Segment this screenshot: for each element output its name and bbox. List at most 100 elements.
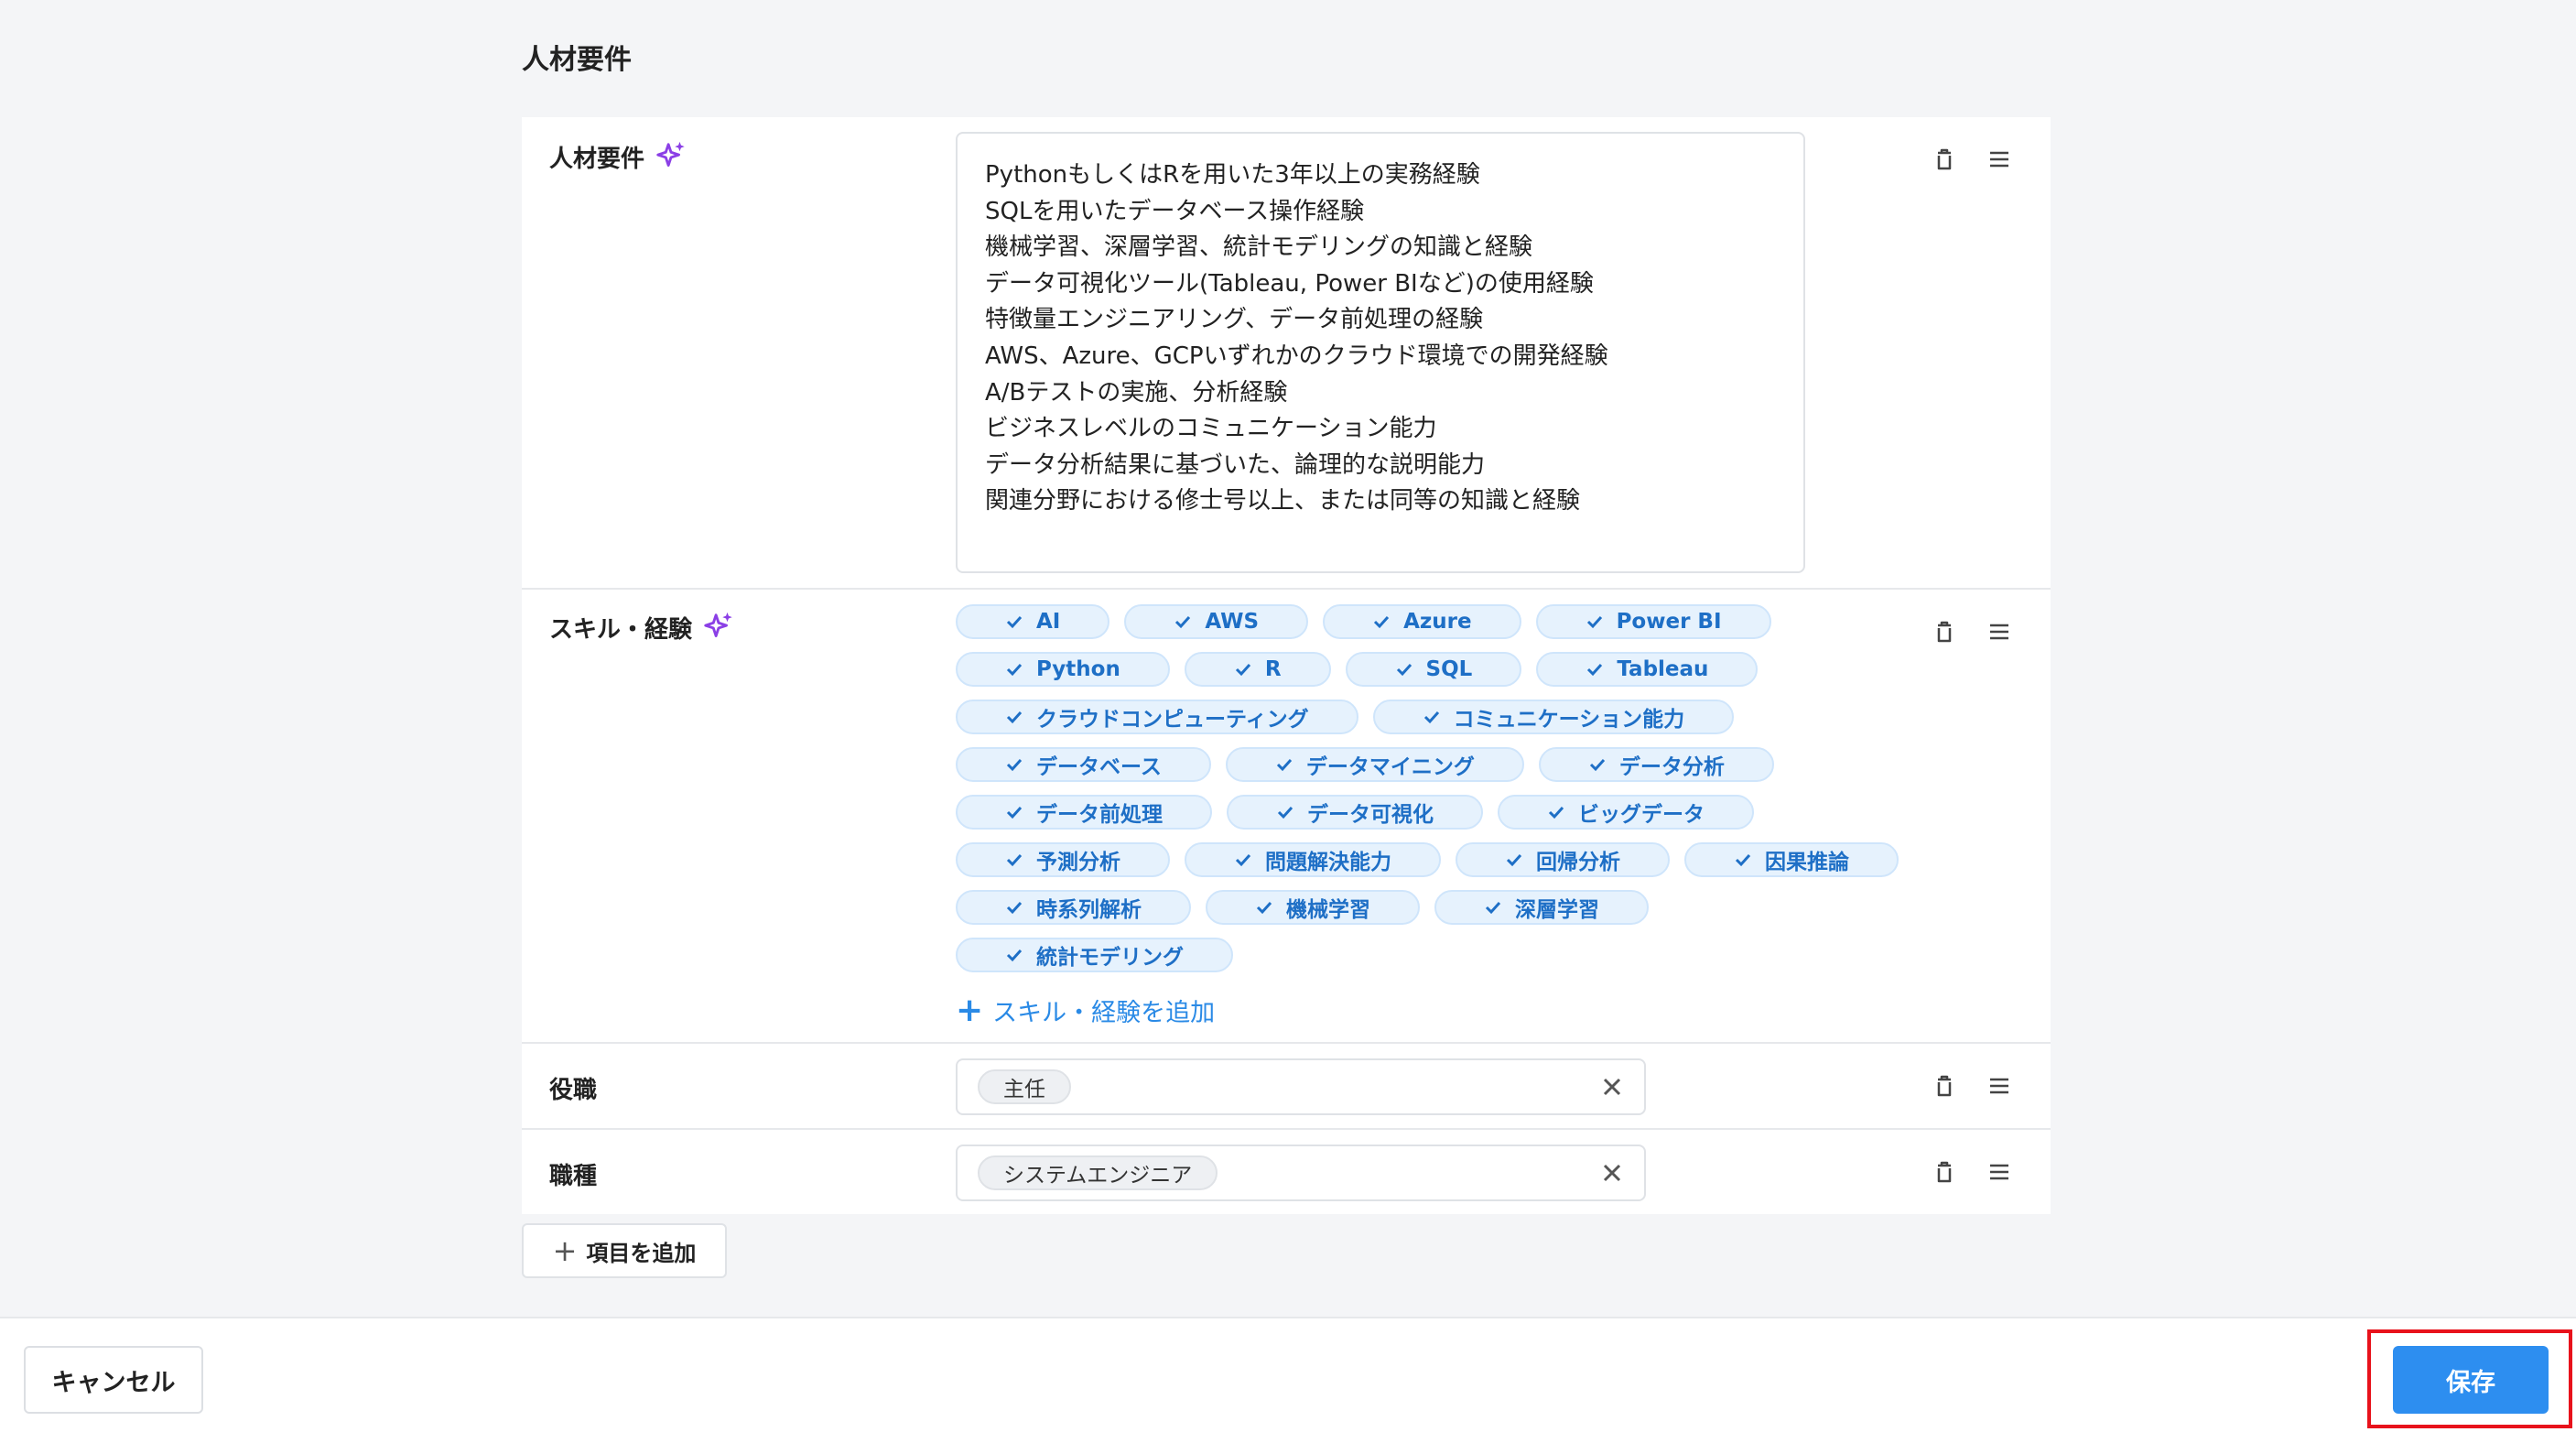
skill-tag-label: Tableau [1617,657,1709,681]
sparkle-icon[interactable] [654,139,688,174]
trash-icon[interactable] [1930,1157,1959,1187]
row-actions [1930,1157,2014,1187]
cancel-button[interactable]: キャンセル [24,1346,203,1414]
requirements-textarea[interactable]: PythonもしくはRを用いた3年以上の実務経験 SQLを用いたデータベース操作経… [956,132,1805,573]
skill-tag[interactable]: AWS [1124,604,1309,639]
skill-tag[interactable]: 機械学習 [1206,890,1420,925]
row-skills: スキル・経験 AI AWS Azure Power BI Python R SQL Table… [522,590,2051,1044]
skill-tag[interactable]: 問題解決能力 [1185,842,1441,877]
check-icon [1235,853,1251,867]
skill-tag[interactable]: Azure [1323,604,1521,639]
skill-tag[interactable]: SQL [1345,652,1522,687]
skill-tag[interactable]: Python [956,652,1170,687]
skill-tag[interactable]: データマイニング [1225,747,1524,782]
skill-tag[interactable]: AI [956,604,1110,639]
check-icon [1175,615,1191,629]
drag-handle-icon[interactable] [1985,617,2014,646]
check-icon [1006,758,1023,772]
skill-tag-label: 時系列解析 [1036,898,1142,922]
requirement-line: 関連分野における修士号以上、または同等の知識と経験 [985,487,1581,515]
check-icon [1256,901,1272,915]
skill-tag[interactable]: 統計モデリング [956,938,1233,972]
requirement-line: 機械学習、深層学習、統計モデリングの知識と経験 [985,233,1533,262]
skill-tag[interactable]: 因果推論 [1684,842,1899,877]
check-icon [1006,901,1023,915]
skill-tag-label: AI [1036,610,1061,634]
add-skill-link[interactable]: + スキル・経験を追加 [956,993,1215,1028]
requirement-line: ビジネスレベルのコミュニケーション能力 [985,415,1437,443]
trash-icon[interactable] [1930,1071,1959,1101]
section-title: 人材要件 [522,44,632,76]
check-icon [1006,711,1023,724]
row-label-text: 職種 [549,1163,598,1190]
skill-tag[interactable]: コミュニケーション能力 [1372,700,1735,734]
selected-chip: システムエンジニア [978,1155,1218,1190]
check-icon [1586,615,1602,629]
skill-tag-label: クラウドコンピューティング [1036,708,1309,732]
check-icon [1735,853,1751,867]
skill-tag[interactable]: 予測分析 [956,842,1170,877]
skill-tag[interactable]: データ分析 [1538,747,1774,782]
drag-handle-icon[interactable] [1985,1071,2014,1101]
row-label-text: 役職 [549,1077,598,1104]
row-requirements: 人材要件 PythonもしくはRを用いた3年以上の実務経験 SQLを用いたデータベ… [522,117,2051,590]
skill-tag[interactable]: データ前処理 [956,795,1212,830]
drag-handle-icon[interactable] [1985,145,2014,174]
skill-tag-label: データマイニング [1305,755,1475,779]
skill-tag[interactable]: R [1184,652,1331,687]
add-item-label: 項目を追加 [586,1240,697,1266]
skill-tag-label: 機械学習 [1286,898,1370,922]
row-label-text: スキル・経験 [549,615,693,644]
check-icon [1006,853,1023,867]
skill-tag[interactable]: データベース [956,747,1211,782]
check-icon [1485,901,1501,915]
close-icon[interactable] [1600,1161,1624,1185]
check-icon [1589,758,1605,772]
trash-icon[interactable] [1930,145,1959,174]
sparkle-icon[interactable] [701,610,736,645]
row-label-position: 役職 [549,1071,597,1105]
skill-tag[interactable]: ビッグデータ [1498,795,1754,830]
skill-tag[interactable]: 回帰分析 [1456,842,1670,877]
check-icon [1006,615,1023,629]
row-position: 役職 主任 [522,1044,2051,1130]
selected-chip: 主任 [978,1069,1071,1104]
check-icon [1423,711,1439,724]
skill-tag-label: 深層学習 [1515,898,1599,922]
skill-tag[interactable]: クラウドコンピューティング [956,700,1358,734]
skill-tag-label: SQL [1425,657,1473,681]
requirement-line: A/Bテストの実施、分析経験 [985,378,1288,407]
skill-tag-label: Azure [1403,610,1472,634]
skill-tag-label: Python [1036,657,1120,681]
skill-tag-label: データ前処理 [1036,803,1163,827]
skill-tag-label: データ分析 [1618,755,1725,779]
check-icon [1276,758,1292,772]
skill-tag[interactable]: データ可視化 [1227,795,1483,830]
skill-tag-label: R [1264,657,1282,681]
job-type-select[interactable]: システムエンジニア [956,1145,1646,1201]
plus-icon: + [552,1233,578,1268]
skill-tag[interactable]: Tableau [1536,652,1759,687]
check-icon [1235,663,1250,677]
position-select[interactable]: 主任 [956,1058,1646,1115]
skill-tag-label: 予測分析 [1036,851,1120,874]
drag-handle-icon[interactable] [1985,1157,2014,1187]
skill-tag[interactable]: 時系列解析 [956,890,1191,925]
row-label-text: 人材要件 [549,145,645,173]
skill-tag[interactable]: Power BI [1535,604,1771,639]
row-label-skills: スキル・経験 [549,610,736,645]
requirement-line: AWS、Azure、GCPいずれかのクラウド環境での開発経験 [985,342,1608,370]
close-icon[interactable] [1600,1075,1624,1099]
save-button[interactable]: 保存 [2393,1346,2549,1414]
skill-tag[interactable]: 深層学習 [1434,890,1649,925]
add-item-button[interactable]: + 項目を追加 [522,1223,727,1278]
skill-tag-label: 因果推論 [1765,851,1849,874]
trash-icon[interactable] [1930,617,1959,646]
row-actions [1930,145,2014,174]
check-icon [1006,663,1023,677]
requirement-line: データ可視化ツール(Tableau, Power BIなど)の使用経験 [985,269,1594,298]
plus-icon: + [956,991,984,1029]
requirements-card: 人材要件 PythonもしくはRを用いた3年以上の実務経験 SQLを用いたデータベ… [522,117,2051,1214]
add-skill-label: スキル・経験を追加 [992,999,1216,1027]
requirement-line: SQLを用いたデータベース操作経験 [985,197,1365,225]
